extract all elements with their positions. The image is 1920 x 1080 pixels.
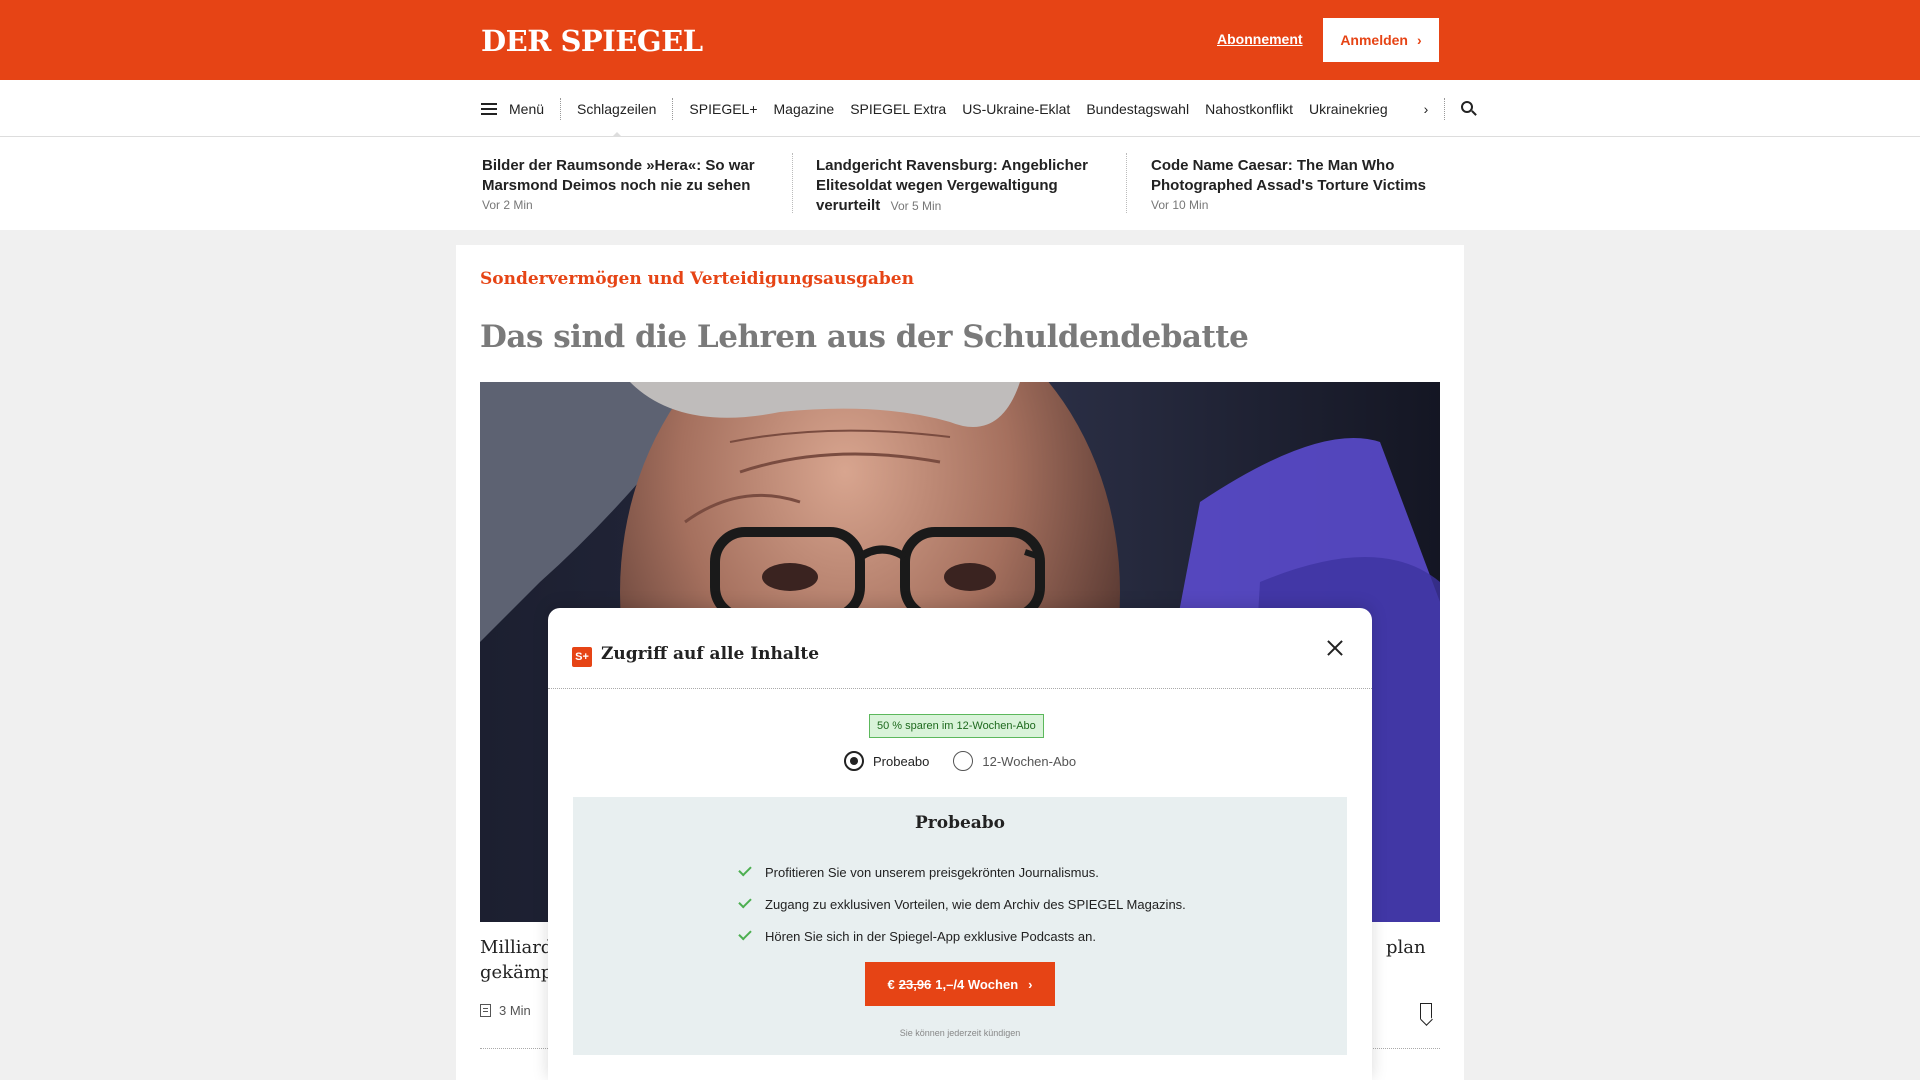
cta-currency: €: [887, 976, 895, 992]
spiegel-plus-icon: S+: [572, 647, 592, 667]
chevron-right-icon[interactable]: ›: [1424, 101, 1429, 117]
benefits-list: Profitieren Sie von unserem preisgekrönt…: [738, 856, 1186, 952]
cancellation-note: Sie können jederzeit kündigen: [899, 1028, 1021, 1038]
teaser-time: Vor 5 Min: [890, 199, 942, 213]
article-teaser-right: plan: [1386, 937, 1426, 958]
option-label: Probeabo: [873, 753, 930, 769]
radio-unchecked-icon[interactable]: [953, 751, 974, 771]
teaser-item[interactable]: Bilder der Raumsonde »Hera«: So war Mars…: [482, 156, 782, 214]
site-header: DER SPIEGEL Abonnement Anmelden ›: [0, 0, 1920, 80]
nav-item-us-ukraine-eklat[interactable]: US-Ukraine-Eklat: [954, 101, 1078, 117]
headline-teasers: Bilder der Raumsonde »Hera«: So war Mars…: [0, 137, 1920, 230]
login-button[interactable]: Anmelden ›: [1323, 18, 1439, 62]
savings-badge: 50 % sparen im 12-Wochen-Abo: [869, 714, 1044, 738]
chevron-right-icon: ›: [1417, 32, 1422, 48]
bookmark-icon[interactable]: [1420, 1003, 1432, 1019]
teaser-divider: [792, 153, 793, 213]
benefit-text: Hören Sie sich in der Spiegel-App exklus…: [765, 928, 1096, 944]
nav-item-magazine[interactable]: Magazine: [766, 101, 843, 117]
menu-button[interactable]: Menü: [481, 101, 560, 117]
modal-header: S+ Zugriff auf alle Inhalte: [548, 608, 1372, 689]
nav-item-schlagzeilen[interactable]: Schlagzeilen: [561, 101, 672, 138]
option-probeabo[interactable]: Probeabo: [844, 751, 929, 771]
nav-item-spiegel-extra[interactable]: SPIEGEL Extra: [842, 101, 954, 117]
login-button-label: Anmelden: [1340, 32, 1408, 48]
teaser-title: Bilder der Raumsonde »Hera«: So war Mars…: [482, 157, 755, 194]
reading-time: 3 Min: [480, 1003, 531, 1018]
option-label: 12-Wochen-Abo: [982, 753, 1077, 769]
document-icon: [480, 1004, 491, 1017]
subscription-link[interactable]: Abonnement: [1217, 31, 1303, 47]
teaser-time: Vor 10 Min: [1151, 198, 1209, 212]
close-icon[interactable]: [1323, 636, 1347, 660]
paywall-modal: S+ Zugriff auf alle Inhalte 50 % sparen …: [548, 608, 1372, 1080]
site-logo[interactable]: DER SPIEGEL: [481, 22, 703, 60]
teaser-title: Code Name Caesar: The Man Who Photograph…: [1151, 157, 1427, 194]
menu-label: Menü: [509, 100, 545, 117]
checkmark-icon: [738, 862, 752, 876]
teaser-time: Vor 2 Min: [482, 198, 533, 212]
nav-item-spiegel-plus[interactable]: SPIEGEL+: [673, 101, 765, 117]
teaser-title: Landgericht Ravensburg: Angeblicher Elit…: [816, 157, 1088, 214]
list-item: Zugang zu exklusiven Vorteilen, wie dem …: [738, 888, 1186, 920]
nav-item-ukrainekrieg[interactable]: Ukrainekrieg: [1301, 101, 1396, 117]
option-12-wochen-abo[interactable]: 12-Wochen-Abo: [953, 751, 1076, 771]
radio-checked-icon[interactable]: [844, 751, 864, 771]
benefit-text: Zugang zu exklusiven Vorteilen, wie dem …: [765, 896, 1186, 912]
nav-divider: [1444, 97, 1446, 120]
article-kicker[interactable]: Sondervermögen und Verteidigungsausgaben: [480, 269, 914, 289]
checkmark-icon: [738, 926, 752, 940]
article-headline[interactable]: Das sind die Lehren aus der Schuldendeba…: [480, 319, 1249, 355]
chevron-right-icon: ›: [1028, 976, 1033, 992]
teaser-divider: [1126, 153, 1127, 213]
cta-new-price: 1,–/4 Wochen: [935, 976, 1019, 992]
plan-options: Probeabo 12-Wochen-Abo: [844, 751, 1076, 771]
list-item: Hören Sie sich in der Spiegel-App exklus…: [738, 920, 1186, 952]
hamburger-icon: [481, 102, 497, 115]
subscribe-button[interactable]: € 23,96 1,–/4 Wochen ›: [865, 962, 1055, 1006]
nav-item-nahostkonflikt[interactable]: Nahostkonflikt: [1197, 101, 1301, 117]
benefit-text: Profitieren Sie von unserem preisgekrönt…: [765, 864, 1099, 880]
reading-time-label: 3 Min: [499, 1003, 531, 1018]
plan-details: Probeabo Profitieren Sie von unserem pre…: [573, 797, 1347, 1055]
teaser-item[interactable]: Code Name Caesar: The Man Who Photograph…: [1151, 156, 1451, 214]
list-item: Profitieren Sie von unserem preisgekrönt…: [738, 856, 1186, 888]
modal-title: Zugriff auf alle Inhalte: [601, 644, 820, 664]
teaser-item[interactable]: Landgericht Ravensburg: Angeblicher Elit…: [816, 156, 1116, 216]
cta-old-price: 23,96: [898, 976, 932, 992]
checkmark-icon: [738, 894, 752, 908]
plan-title: Probeabo: [914, 813, 1006, 833]
main-navigation: Menü Schlagzeilen SPIEGEL+ Magazine SPIE…: [0, 80, 1920, 138]
nav-inner: Menü Schlagzeilen SPIEGEL+ Magazine SPIE…: [481, 80, 1478, 138]
nav-item-bundestagswahl[interactable]: Bundestagswahl: [1078, 101, 1197, 117]
